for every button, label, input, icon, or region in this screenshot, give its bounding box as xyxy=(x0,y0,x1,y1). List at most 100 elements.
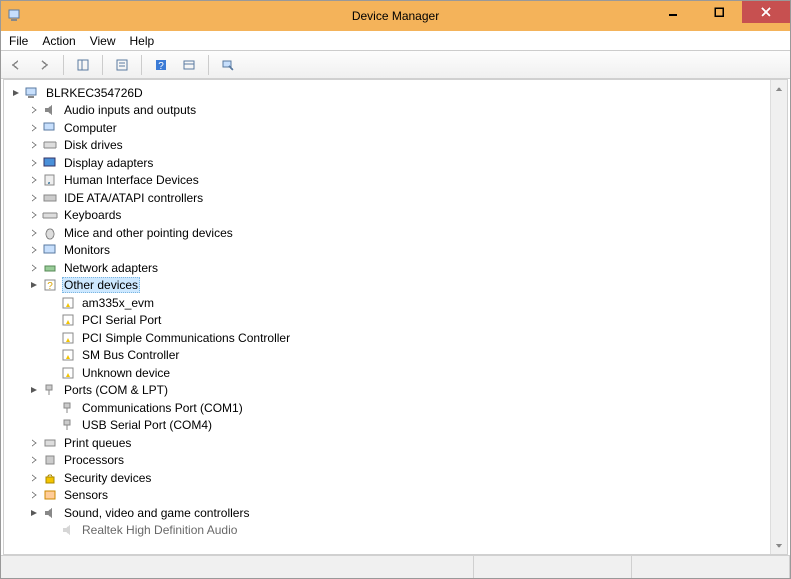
expander-open-icon[interactable] xyxy=(28,384,40,396)
lock-icon xyxy=(42,470,58,486)
expander-closed-icon[interactable] xyxy=(28,244,40,256)
tree-item-processors[interactable]: Processors xyxy=(6,452,785,470)
menu-view[interactable]: View xyxy=(90,34,116,48)
expander-closed-icon[interactable] xyxy=(28,227,40,239)
tree-root[interactable]: BLRKEC354726D xyxy=(6,84,785,102)
tree-item-label: Disk drives xyxy=(62,138,125,152)
tree-item-com1[interactable]: Communications Port (COM1) xyxy=(6,399,785,417)
disk-icon xyxy=(42,137,58,153)
printer-icon xyxy=(42,435,58,451)
port-icon xyxy=(60,400,76,416)
menu-help[interactable]: Help xyxy=(130,34,155,48)
svg-text:?: ? xyxy=(158,61,164,72)
toolbar-separator xyxy=(208,55,209,75)
maximize-button[interactable] xyxy=(696,1,742,23)
tree-item-label: Network adapters xyxy=(62,261,160,275)
vertical-scrollbar[interactable] xyxy=(770,80,787,554)
menu-file[interactable]: File xyxy=(9,34,28,48)
tree-item-label: Display adapters xyxy=(62,156,155,170)
expander-closed-icon[interactable] xyxy=(28,192,40,204)
tree-item-other[interactable]: ? Other devices xyxy=(6,277,785,295)
expander-closed-icon[interactable] xyxy=(28,472,40,484)
menubar: File Action View Help xyxy=(1,31,790,51)
tree-item-label: Computer xyxy=(62,121,119,135)
port-icon xyxy=(60,417,76,433)
tree-item-ports[interactable]: Ports (COM & LPT) xyxy=(6,382,785,400)
tree-item-realtek[interactable]: Realtek High Definition Audio xyxy=(6,522,785,540)
tree-item-security[interactable]: Security devices xyxy=(6,469,785,487)
close-button[interactable] xyxy=(742,1,790,23)
expander-closed-icon[interactable] xyxy=(28,122,40,134)
back-button[interactable] xyxy=(5,54,27,76)
device-tree[interactable]: BLRKEC354726D Audio inputs and outputs C… xyxy=(4,80,787,554)
scroll-up-icon[interactable] xyxy=(771,80,787,97)
tree-item-label: Sound, video and game controllers xyxy=(62,506,251,520)
expander-closed-icon[interactable] xyxy=(28,437,40,449)
keyboard-icon xyxy=(42,207,58,223)
tree-item-com4[interactable]: USB Serial Port (COM4) xyxy=(6,417,785,435)
expander-closed-icon[interactable] xyxy=(28,209,40,221)
expander-closed-icon[interactable] xyxy=(28,174,40,186)
tree-item-keyboards[interactable]: Keyboards xyxy=(6,207,785,225)
tree-item-smbus[interactable]: SM Bus Controller xyxy=(6,347,785,365)
computer-icon xyxy=(24,85,40,101)
svg-text:?: ? xyxy=(47,281,53,292)
expander-closed-icon[interactable] xyxy=(28,454,40,466)
tree-item-mice[interactable]: Mice and other pointing devices xyxy=(6,224,785,242)
help-button[interactable]: ? xyxy=(150,54,172,76)
tree-item-label: IDE ATA/ATAPI controllers xyxy=(62,191,205,205)
tree-item-pci-serial[interactable]: PCI Serial Port xyxy=(6,312,785,330)
status-cell xyxy=(1,556,474,578)
tree-item-label: PCI Simple Communications Controller xyxy=(80,331,292,345)
tree-item-sensors[interactable]: Sensors xyxy=(6,487,785,505)
minimize-button[interactable] xyxy=(650,1,696,23)
tree-item-hid[interactable]: Human Interface Devices xyxy=(6,172,785,190)
tree-item-printq[interactable]: Print queues xyxy=(6,434,785,452)
port-icon xyxy=(42,382,58,398)
monitor-icon xyxy=(42,242,58,258)
scan-button[interactable] xyxy=(217,54,239,76)
tree-item-label: Realtek High Definition Audio xyxy=(80,523,239,537)
speaker-icon xyxy=(60,522,76,538)
tree-item-disk[interactable]: Disk drives xyxy=(6,137,785,155)
tree-item-monitors[interactable]: Monitors xyxy=(6,242,785,260)
tree-item-label: Unknown device xyxy=(80,366,172,380)
expander-closed-icon[interactable] xyxy=(28,262,40,274)
hid-icon xyxy=(42,172,58,188)
tree-item-ide[interactable]: IDE ATA/ATAPI controllers xyxy=(6,189,785,207)
expander-closed-icon[interactable] xyxy=(28,489,40,501)
tree-item-network[interactable]: Network adapters xyxy=(6,259,785,277)
tree-item-audio[interactable]: Audio inputs and outputs xyxy=(6,102,785,120)
monitor-icon xyxy=(42,155,58,171)
tree-item-sound[interactable]: Sound, video and game controllers xyxy=(6,504,785,522)
expander-closed-icon[interactable] xyxy=(28,139,40,151)
tree-panel: BLRKEC354726D Audio inputs and outputs C… xyxy=(3,79,788,555)
mouse-icon xyxy=(42,225,58,241)
warning-icon xyxy=(60,312,76,328)
scroll-down-icon[interactable] xyxy=(771,537,787,554)
pc-icon xyxy=(42,120,58,136)
warning-icon xyxy=(60,330,76,346)
tree-item-label: Security devices xyxy=(62,471,153,485)
tree-item-display[interactable]: Display adapters xyxy=(6,154,785,172)
expander-closed-icon[interactable] xyxy=(28,104,40,116)
tree-item-unknown[interactable]: Unknown device xyxy=(6,364,785,382)
show-hide-button[interactable] xyxy=(72,54,94,76)
network-icon xyxy=(42,260,58,276)
tree-item-label: Audio inputs and outputs xyxy=(62,103,198,117)
forward-button[interactable] xyxy=(33,54,55,76)
tree-item-pci-simple[interactable]: PCI Simple Communications Controller xyxy=(6,329,785,347)
expander-open-icon[interactable] xyxy=(28,507,40,519)
question-icon: ? xyxy=(42,277,58,293)
tree-item-label: Ports (COM & LPT) xyxy=(62,383,170,397)
expander-open-icon[interactable] xyxy=(10,87,22,99)
properties-button[interactable] xyxy=(111,54,133,76)
tree-item-am335x[interactable]: am335x_evm xyxy=(6,294,785,312)
expander-closed-icon[interactable] xyxy=(28,157,40,169)
ide-icon xyxy=(42,190,58,206)
tree-item-computer[interactable]: Computer xyxy=(6,119,785,137)
warning-icon xyxy=(60,347,76,363)
menu-action[interactable]: Action xyxy=(42,34,75,48)
expander-open-icon[interactable] xyxy=(28,279,40,291)
action-button[interactable] xyxy=(178,54,200,76)
